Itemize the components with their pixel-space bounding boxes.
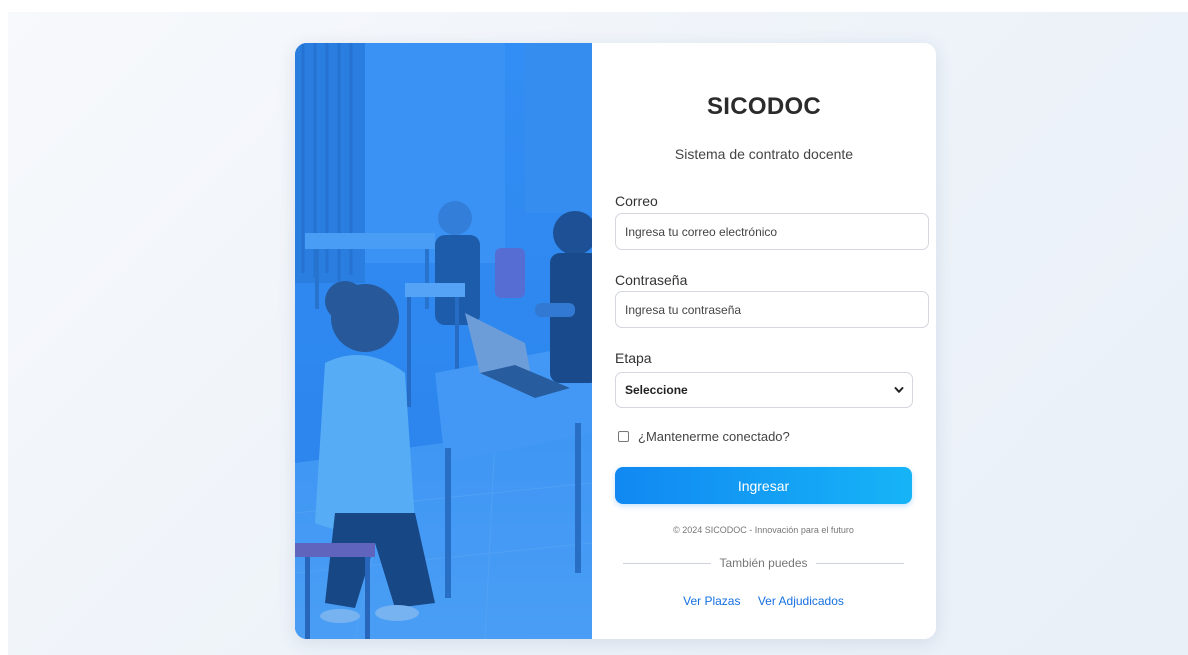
divider-line-left (623, 562, 712, 564)
alt-options-divider: También puedes (623, 556, 904, 570)
login-card: SICODOC Sistema de contrato docente Corr… (295, 43, 936, 639)
remember-checkbox[interactable] (618, 431, 629, 442)
divider-text: También puedes (719, 556, 808, 570)
classroom-photo (295, 43, 592, 639)
divider-line-right (815, 562, 904, 564)
login-form-panel: SICODOC Sistema de contrato docente Corr… (592, 43, 936, 639)
login-button[interactable]: Ingresar (615, 467, 912, 504)
stage-select[interactable]: Seleccione (615, 372, 913, 408)
hero-photo (295, 43, 592, 639)
chevron-down-icon (894, 387, 904, 393)
app-title: SICODOC (706, 93, 822, 120)
remember-me: ¿Mantenerme conectado? (618, 429, 790, 444)
ver-adjudicados-link[interactable]: Ver Adjudicados (758, 594, 844, 608)
email-input[interactable] (615, 213, 929, 250)
password-input[interactable] (615, 291, 929, 328)
app-subtitle: Sistema de contrato docente (674, 146, 854, 162)
stage-label: Etapa (615, 350, 652, 366)
copyright-text: © 2024 SICODOC - Innovación para el futu… (673, 525, 854, 535)
ver-plazas-link[interactable]: Ver Plazas (683, 594, 740, 608)
password-label: Contraseña (615, 272, 688, 288)
remember-label: ¿Mantenerme conectado? (638, 429, 790, 444)
email-label: Correo (615, 193, 658, 209)
footer-links: Ver Plazas Ver Adjudicados (615, 594, 912, 608)
stage-select-value: Seleccione (625, 383, 688, 397)
